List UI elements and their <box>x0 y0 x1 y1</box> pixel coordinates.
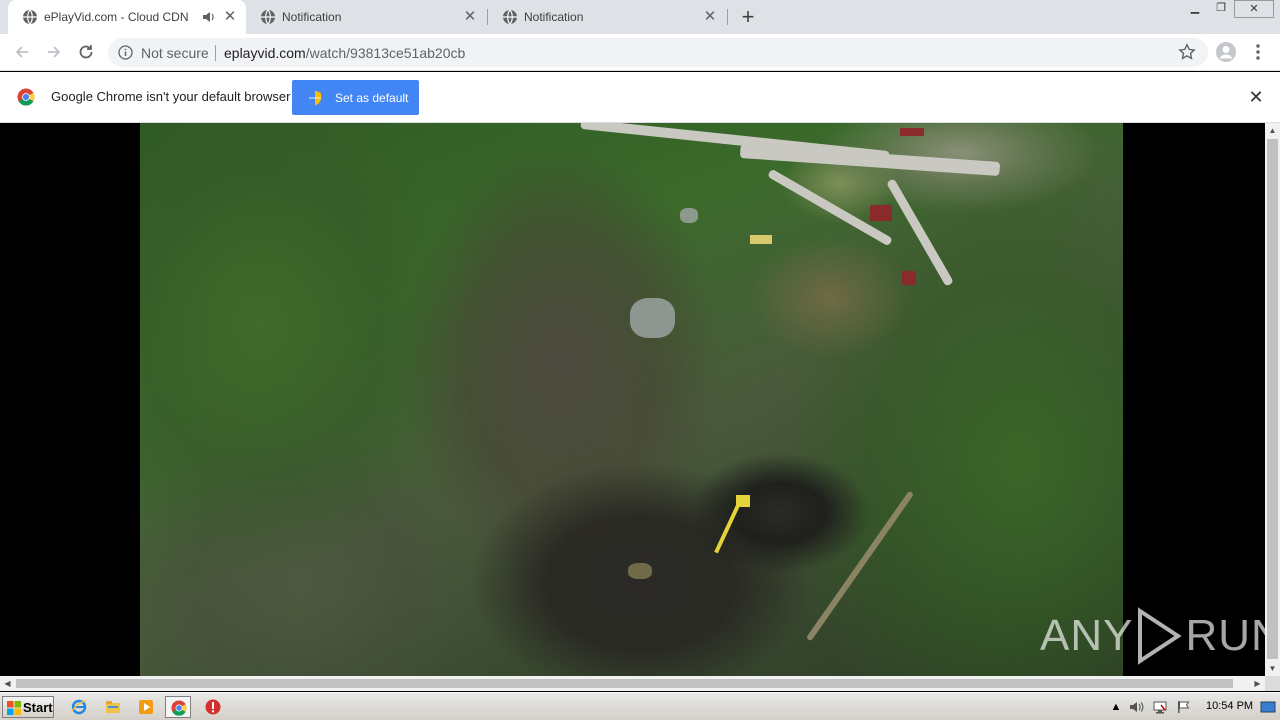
start-label: Start <box>23 700 53 715</box>
internet-explorer-button[interactable] <box>66 696 92 718</box>
action-center-flag-icon[interactable] <box>1176 699 1192 715</box>
stop-icon <box>205 699 221 715</box>
horizontal-scrollbar[interactable]: ◀ ▶ <box>0 676 1265 691</box>
scroll-right-arrow-icon[interactable]: ▶ <box>1250 676 1265 691</box>
globe-icon <box>261 9 275 25</box>
pond <box>630 298 675 338</box>
excavator-arm <box>714 504 740 554</box>
house <box>902 271 916 285</box>
chrome-taskbar-button[interactable] <box>165 696 191 718</box>
profile-avatar-icon[interactable] <box>1215 41 1237 63</box>
globe-icon <box>23 9 37 25</box>
excavator <box>750 235 772 244</box>
volume-icon[interactable] <box>1128 699 1144 715</box>
dirt-track <box>805 490 915 642</box>
more-menu-icon[interactable] <box>1250 42 1266 62</box>
vertical-scrollbar[interactable]: ▲ ▼ <box>1265 123 1280 676</box>
tab-notification-1[interactable]: Notification ✕ <box>246 0 486 34</box>
speaker-icon[interactable] <box>202 10 216 24</box>
back-icon[interactable] <box>12 42 32 62</box>
system-tray: ▲ 10:54 PM <box>1106 696 1276 718</box>
url-path: /watch/93813ce51ab20cb <box>305 45 466 61</box>
internet-explorer-icon <box>71 699 87 715</box>
show-desktop-icon[interactable] <box>1260 699 1276 715</box>
reload-icon[interactable] <box>76 42 96 62</box>
new-tab-button[interactable]: + <box>738 6 758 28</box>
pond <box>628 563 652 579</box>
chrome-icon <box>171 700 187 716</box>
globe-icon <box>503 9 517 25</box>
tab-title: Notification <box>282 10 342 24</box>
house <box>870 205 892 221</box>
page-content: ANY RUN <box>0 123 1280 676</box>
horizontal-scroll-thumb[interactable] <box>16 679 1233 688</box>
security-label: Not secure <box>141 45 209 61</box>
file-explorer-button[interactable] <box>100 696 126 718</box>
video-player[interactable] <box>140 123 1123 676</box>
house <box>900 128 924 136</box>
minimize-button[interactable]: ▁ <box>1182 0 1208 18</box>
tab-separator <box>727 9 728 25</box>
scrollbar-corner <box>1265 676 1280 691</box>
forward-icon[interactable] <box>44 42 64 62</box>
network-icon[interactable] <box>1152 699 1168 715</box>
tab-eplayvid[interactable]: ePlayVid.com - Cloud CDN ✕ <box>8 0 246 34</box>
vertical-scroll-thumb[interactable] <box>1267 139 1278 659</box>
anyrun-watermark: ANY RUN <box>1040 606 1280 666</box>
set-as-default-label: Set as default <box>335 91 409 105</box>
tab-close-icon[interactable]: ✕ <box>702 9 718 25</box>
address-bar[interactable]: Not secure eplayvid.com/watch/93813ce51a… <box>108 38 1208 67</box>
tab-close-icon[interactable]: ✕ <box>222 9 238 25</box>
windows-flag-icon <box>7 701 21 715</box>
stop-app-button[interactable] <box>200 696 226 718</box>
url-host: eplayvid.com <box>224 45 306 61</box>
tab-title: ePlayVid.com - Cloud CDN <box>44 10 189 24</box>
infobar-message: Google Chrome isn't your default browser <box>51 89 291 104</box>
restore-button[interactable]: ❐ <box>1208 0 1234 18</box>
windows-taskbar: Start ▲ 10:54 PM <box>0 692 1280 720</box>
tab-strip: ePlayVid.com - Cloud CDN ✕ Notification … <box>0 0 1280 34</box>
scroll-up-arrow-icon[interactable]: ▲ <box>1265 123 1280 138</box>
tab-notification-2[interactable]: Notification ✕ <box>488 0 726 34</box>
bookmark-star-icon[interactable] <box>1178 43 1196 61</box>
play-logo-icon <box>1138 607 1183 665</box>
chrome-logo-icon <box>17 88 35 106</box>
url-text[interactable]: eplayvid.com/watch/93813ce51ab20cb <box>224 45 465 61</box>
media-player-icon <box>139 700 153 714</box>
scroll-left-arrow-icon[interactable]: ◀ <box>0 676 15 691</box>
browser-toolbar: Not secure eplayvid.com/watch/93813ce51a… <box>0 34 1280 71</box>
info-icon[interactable] <box>118 45 133 60</box>
taskbar-clock[interactable]: 10:54 PM <box>1206 700 1253 712</box>
file-explorer-icon <box>106 701 120 713</box>
set-as-default-button[interactable]: Set as default <box>292 80 419 115</box>
media-player-button[interactable] <box>133 696 159 718</box>
scroll-down-arrow-icon[interactable]: ▼ <box>1265 661 1280 676</box>
pond <box>680 208 698 223</box>
address-divider <box>215 45 216 61</box>
road <box>886 178 954 287</box>
tab-title: Notification <box>524 10 584 24</box>
excavator <box>736 495 750 507</box>
show-hidden-icons-icon[interactable]: ▲ <box>1108 699 1124 715</box>
uac-shield-icon <box>309 90 321 106</box>
watermark-left: ANY <box>1040 611 1134 660</box>
tab-close-icon[interactable]: ✕ <box>462 9 478 25</box>
start-button[interactable]: Start <box>2 696 54 718</box>
default-browser-infobar: Google Chrome isn't your default browser… <box>0 72 1280 123</box>
infobar-close-icon[interactable]: ✕ <box>1247 88 1265 106</box>
window-close-button[interactable]: ✕ <box>1234 0 1274 18</box>
